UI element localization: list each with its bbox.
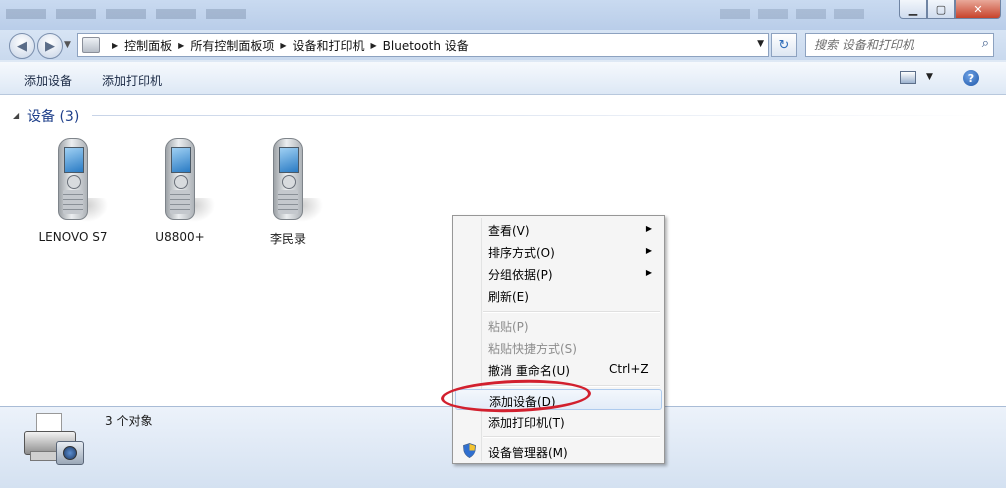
submenu-arrow-icon: ▶ [645,224,652,233]
breadcrumb-separator-icon[interactable]: ▶ [280,41,286,50]
search-box[interactable]: ⌕ [805,33,994,57]
title-bar-ghost-text-right [720,9,870,19]
breadcrumb-devices-and-printers[interactable]: 设备和打印机 [293,37,365,54]
submenu-arrow-icon: ▶ [645,268,652,277]
breadcrumb-separator-icon[interactable]: ▶ [178,41,184,50]
device-group-title[interactable]: 设备 (3) [27,106,79,126]
refresh-button[interactable]: ↻ [771,33,797,57]
group-divider [92,115,992,116]
menu-item-paste-shortcut: 粘贴快捷方式(S) [488,342,577,356]
maximize-button[interactable]: ▢ [927,0,955,19]
maximize-icon: ▢ [935,2,947,16]
devices-and-printers-icon [22,413,84,468]
recent-pages-dropdown[interactable]: ▼ [64,40,71,50]
window-title-bar: ▁ ▢ ✕ [0,0,1006,30]
phone-icon [273,138,323,222]
minimize-icon: ▁ [908,2,918,16]
menu-item-undo-rename[interactable]: 撤消 重命名(U) Ctrl+Z [455,359,662,380]
device-label: LENOVO S7 [38,230,108,244]
close-icon: ✕ [973,2,983,16]
address-bar[interactable]: ▶ 控制面板 ▶ 所有控制面板项 ▶ 设备和打印机 ▶ Bluetooth 设备… [77,33,769,57]
object-count: 3 个对象 [105,414,153,428]
breadcrumb-separator-icon[interactable]: ▶ [371,41,377,50]
back-button[interactable]: ◀ [9,33,35,59]
menu-separator [483,436,660,438]
context-menu: 查看(V) ▶ 排序方式(O) ▶ 分组依据(P) ▶ 刷新(E) 粘贴(P) … [452,215,665,464]
forward-button[interactable]: ▶ [37,33,63,59]
menu-item-device-manager[interactable]: 设备管理器(M) [455,441,662,462]
search-icon[interactable]: ⌕ [982,36,989,51]
chevron-down-icon: ▼ [64,40,71,50]
add-device-button[interactable]: 添加设备 [24,72,72,89]
device-item[interactable]: U8800+ [140,138,220,244]
collapse-group-icon[interactable]: ◢ [13,111,19,120]
title-bar-ghost-text [6,9,246,19]
search-input[interactable] [812,37,971,53]
menu-item-refresh[interactable]: 刷新(E) [455,285,662,306]
phone-icon [165,138,215,222]
uac-shield-icon [463,443,476,458]
address-dropdown-icon[interactable]: ▼ [757,39,764,49]
forward-arrow-icon: ▶ [45,38,55,54]
menu-item-paste: 粘贴(P) [488,320,529,334]
device-item[interactable]: 李民录 [248,138,328,247]
help-button[interactable]: ? [963,70,979,86]
control-panel-icon [82,37,100,53]
help-icon: ? [967,71,975,85]
breadcrumb-bluetooth-devices[interactable]: Bluetooth 设备 [383,37,469,54]
view-options-dropdown-icon[interactable]: ▼ [926,72,933,82]
window-controls: ▁ ▢ ✕ [899,0,1001,19]
add-printer-button[interactable]: 添加打印机 [102,72,162,89]
close-button[interactable]: ✕ [955,0,1001,19]
menu-item-view[interactable]: 查看(V) ▶ [455,219,662,240]
change-view-icon[interactable] [900,71,916,84]
submenu-arrow-icon: ▶ [645,246,652,255]
device-label: U8800+ [155,230,205,244]
menu-item-add-printer[interactable]: 添加打印机(T) [455,411,662,432]
menu-separator [483,311,660,313]
menu-item-group-by[interactable]: 分组依据(P) ▶ [455,263,662,284]
back-arrow-icon: ◀ [17,38,27,54]
phone-icon [58,138,108,222]
breadcrumb-control-panel[interactable]: 控制面板 [124,37,172,54]
breadcrumb-separator-icon[interactable]: ▶ [112,41,118,50]
menu-item-sort-by[interactable]: 排序方式(O) ▶ [455,241,662,262]
refresh-icon: ↻ [778,37,790,53]
menu-shortcut: Ctrl+Z [609,362,649,376]
device-item[interactable]: LENOVO S7 [33,138,113,244]
minimize-button[interactable]: ▁ [899,0,927,19]
device-label: 李民录 [269,232,306,246]
breadcrumb-all-control-panel-items[interactable]: 所有控制面板项 [190,37,274,54]
